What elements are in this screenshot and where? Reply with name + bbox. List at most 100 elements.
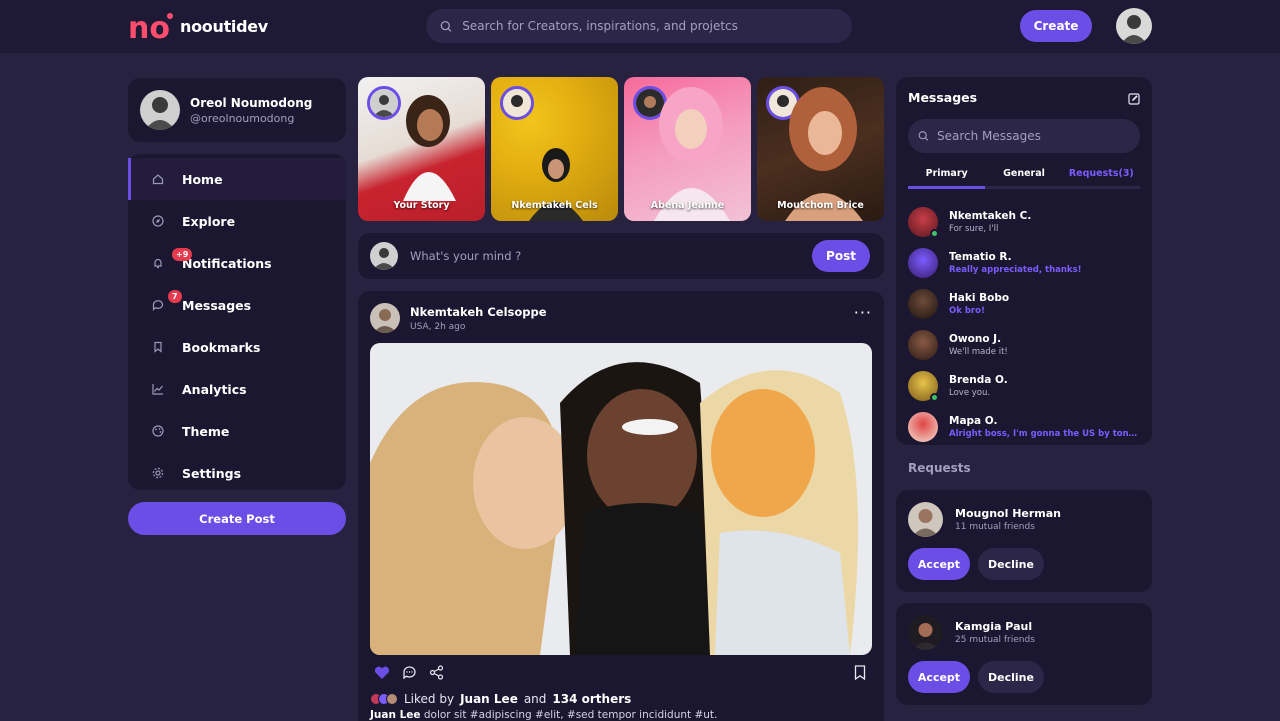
caption-text: dolor sit #adipiscing #elit, #sed tempor…	[423, 709, 718, 721]
logo[interactable]: no nooutidev	[128, 10, 268, 46]
sidebar-item-label: Explore	[182, 213, 236, 229]
notifications-badge: +9	[172, 248, 193, 261]
message-sender: Nkemtakeh C.	[949, 209, 1032, 222]
message-item[interactable]: Tematio R. Really appreciated, thanks!	[908, 242, 1144, 283]
create-post-button[interactable]: Create Post	[128, 502, 346, 535]
post-author-avatar[interactable]	[370, 303, 400, 333]
sidebar-item-analytics[interactable]: Analytics	[128, 368, 346, 410]
message-avatar	[908, 206, 939, 238]
composer-avatar	[370, 242, 398, 270]
sidebar-item-settings[interactable]: Settings	[128, 452, 346, 494]
home-icon	[152, 173, 164, 185]
share-icon[interactable]	[429, 665, 444, 680]
svg-text:no: no	[128, 11, 170, 42]
composer-input[interactable]	[410, 249, 790, 263]
message-preview: Really appreciated, thanks!	[949, 264, 1082, 275]
caption-user[interactable]: Juan Lee	[370, 709, 421, 721]
post-caption: Juan Lee dolor sit #adipiscing #elit, #s…	[370, 709, 717, 721]
message-item[interactable]: Brenda O. Love you.	[908, 365, 1144, 406]
tab-requests[interactable]: Requests(3)	[1063, 165, 1140, 186]
message-preview: Alright boss, I'm gonna the US by tonigh…	[949, 428, 1139, 439]
messages-search-input[interactable]	[936, 129, 1140, 143]
message-item[interactable]: Nkemtakeh C. For sure, I'll	[908, 201, 1144, 242]
liked-avatars	[370, 693, 398, 705]
chat-icon: 7	[152, 290, 182, 311]
post-header: Nkemtakeh Celsoppe USA, 2h ago	[370, 303, 547, 333]
story-name: Abena Jeanne	[650, 200, 725, 211]
sidebar-nav: Home Explore +9 Notifications 7 Messages…	[128, 154, 346, 490]
sidebar-item-label: Home	[182, 171, 223, 187]
sidebar-item-theme[interactable]: Theme	[128, 410, 346, 452]
request-avatar[interactable]	[908, 615, 943, 650]
post-button[interactable]: Post	[812, 240, 870, 272]
message-sender: Haki Bobo	[949, 291, 1010, 304]
story-card[interactable]: Moutchom Brice	[757, 77, 884, 221]
story-card[interactable]: Abena Jeanne	[624, 77, 751, 221]
liked-by: Liked by Juan Lee and 134 orthers	[370, 692, 631, 706]
global-search[interactable]	[426, 9, 852, 43]
decline-button[interactable]: Decline	[978, 548, 1044, 580]
heart-icon[interactable]	[374, 666, 390, 680]
messages-search[interactable]	[908, 119, 1140, 153]
post-image[interactable]	[370, 343, 872, 655]
more-options-icon[interactable]: ···	[854, 305, 872, 321]
chart-icon	[152, 383, 164, 395]
request-mutual: 11 mutual friends	[955, 522, 1035, 532]
request-header: Mougnol Herman 11 mutual friends	[908, 502, 1061, 537]
request-avatar[interactable]	[908, 502, 943, 537]
message-sender: Owono J.	[949, 332, 1002, 345]
feed-post: Nkemtakeh Celsoppe USA, 2h ago ··· Liked…	[358, 291, 884, 721]
requests-title: Requests	[908, 461, 971, 475]
message-sender: Brenda O.	[949, 373, 1008, 386]
sidebar-item-home[interactable]: Home	[128, 158, 346, 200]
bookmark-post-button[interactable]	[854, 665, 866, 684]
comment-icon[interactable]	[402, 665, 417, 680]
tab-primary[interactable]: Primary	[908, 165, 986, 189]
search-input[interactable]	[462, 19, 852, 33]
message-avatar	[908, 370, 939, 402]
story-name: Your Story	[393, 200, 450, 211]
liked-user[interactable]: Juan Lee	[460, 692, 518, 706]
palette-icon	[152, 425, 164, 437]
message-avatar	[908, 247, 938, 278]
edit-icon[interactable]	[1128, 90, 1140, 109]
message-sender: Mapa O.	[949, 414, 998, 427]
gear-icon	[152, 467, 164, 479]
message-avatar	[908, 329, 938, 360]
user-avatar[interactable]	[1116, 8, 1152, 44]
bookmark-icon	[152, 341, 164, 353]
top-bar: no nooutidev Create	[0, 0, 1280, 53]
request-header: Kamgia Paul 25 mutual friends	[908, 615, 1035, 650]
story-card[interactable]: Your Story	[358, 77, 485, 221]
profile-handle: @oreolnoumodong	[190, 111, 295, 125]
accept-button[interactable]: Accept	[908, 661, 970, 693]
message-item[interactable]: Owono J. We'll made it!	[908, 324, 1144, 365]
sidebar-item-label: Settings	[182, 465, 242, 481]
post-author[interactable]: Nkemtakeh Celsoppe	[410, 305, 547, 319]
profile-card[interactable]: Oreol Noumodong @oreolnoumodong	[128, 78, 346, 142]
online-indicator	[930, 392, 939, 402]
sidebar-item-messages[interactable]: 7 Messages	[128, 284, 346, 326]
liked-prefix: Liked by	[404, 692, 455, 706]
sidebar-item-notifications[interactable]: +9 Notifications	[128, 242, 346, 284]
message-item[interactable]: Mapa O. Alright boss, I'm gonna the US by…	[908, 406, 1144, 447]
create-button[interactable]: Create	[1020, 10, 1092, 42]
messages-panel: Messages Primary General Requests(3) Nke…	[896, 77, 1152, 445]
friend-request-card: Mougnol Herman 11 mutual friends Accept …	[896, 490, 1152, 592]
messages-title: Messages	[908, 90, 978, 105]
story-photo	[403, 95, 456, 201]
message-item[interactable]: Haki Bobo Ok bro!	[908, 283, 1144, 324]
accept-button[interactable]: Accept	[908, 548, 970, 580]
story-name: Moutchom Brice	[777, 200, 864, 211]
logo-mark-icon: no	[128, 10, 174, 46]
story-card[interactable]: Nkemtakeh Cels	[491, 77, 618, 221]
sidebar-item-bookmarks[interactable]: Bookmarks	[128, 326, 346, 368]
message-preview: For sure, I'll	[949, 223, 999, 234]
liked-others[interactable]: 134 orthers	[552, 692, 631, 706]
tab-general[interactable]: General	[985, 165, 1062, 186]
sidebar-item-explore[interactable]: Explore	[128, 200, 346, 242]
messages-list: Nkemtakeh C. For sure, I'll Tematio R. Rea…	[908, 201, 1144, 447]
decline-button[interactable]: Decline	[978, 661, 1044, 693]
post-actions	[374, 665, 444, 680]
search-icon	[918, 131, 929, 141]
